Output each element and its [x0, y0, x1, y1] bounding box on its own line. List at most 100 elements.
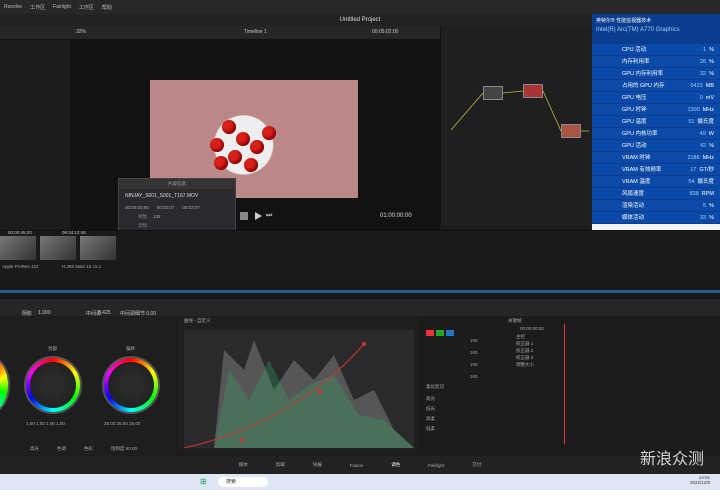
timeline-name[interactable]: Timeline 1 — [244, 29, 267, 35]
metric-label: 占用的 GPU 内存 — [622, 83, 665, 89]
page-tab[interactable]: 剪辑 — [276, 462, 285, 468]
metric-row: GPU 电压 0 mV — [592, 92, 720, 104]
metric-unit: W — [708, 131, 714, 137]
metric-value: 17 — [690, 167, 697, 173]
offset-y[interactable]: 25.00 — [104, 421, 115, 426]
stop-icon[interactable] — [240, 212, 248, 220]
metric-row: 风扇速度 838 RPM — [592, 188, 720, 200]
page-tab[interactable]: 媒体 — [239, 462, 248, 468]
keyframe-track[interactable]: 校正器 3 — [516, 355, 534, 362]
gain-b[interactable]: 1.00 — [56, 421, 65, 426]
metric-label: VRAM 温度 — [622, 179, 651, 185]
metric-row: 媒体活动 33% — [592, 212, 720, 224]
page-nav: 媒体 剪辑 快编 Fusion 调色 Fairlight 交付 — [0, 456, 720, 474]
clip-name: H.265 Main 10 L5.1 — [62, 264, 102, 269]
taskbar-search[interactable]: 搜索 — [218, 477, 268, 487]
highlight-label: 高光 — [30, 446, 39, 451]
gain-wheel[interactable] — [24, 356, 82, 414]
metric-label: VRAM 时钟 — [622, 155, 651, 161]
overlay-brand: 英特尔® 性能监视器技术 — [596, 18, 652, 24]
metric-unit: % — [709, 203, 714, 209]
lift-wheel[interactable] — [0, 356, 10, 414]
curves-title: 曲线 - 自定义 — [184, 318, 211, 323]
viewer-timecode: 01:00:00:00 — [380, 213, 412, 219]
page-tab[interactable]: Fairlight — [428, 463, 444, 468]
offset-values: 25.00 25.00 25.00 — [104, 421, 140, 426]
color-tools-bar: 阴影 1.000 中间调 0.425 中间调细节 0.00 — [0, 298, 720, 317]
metric-unit: % — [709, 143, 714, 149]
clip-name: Apple ProRes 422 — [2, 264, 39, 269]
metric-unit: MHz — [702, 107, 714, 113]
gain-r[interactable]: 1.00 — [36, 421, 45, 426]
metric-value: 42 — [699, 143, 707, 149]
offset-r[interactable]: 25.00 — [117, 421, 128, 426]
keyframe-track[interactable]: 主控 — [516, 334, 534, 341]
page-tab[interactable]: 交付 — [472, 462, 481, 468]
curve-editor[interactable] — [183, 330, 414, 449]
soft-clip-hs: 高柔 — [426, 416, 435, 421]
taskbar-clock: 14:01 2022/12/8 — [690, 475, 710, 485]
metric-value: 2186 — [687, 155, 700, 161]
keyframe-track[interactable]: 校正器 1 — [516, 341, 534, 348]
metric-value: 49 — [699, 131, 706, 137]
metric-label: VRAM 有效频率 — [622, 167, 662, 173]
metric-label: 媒体活动 — [622, 215, 645, 221]
next-icon[interactable]: ⏭ — [266, 212, 272, 220]
clip-thumbnail[interactable] — [0, 236, 36, 260]
metric-row: 占用的 GPU 内存 5423 MB — [592, 80, 720, 92]
metric-row: GPU 温度 51 摄氏度 — [592, 116, 720, 128]
keyframes-panel: 关键帧 00:00:00:00 100 100 100 100 柔化剪切 高光 低光 … — [420, 316, 720, 451]
color-wheels-panel: 亮部 偏移 1.00 1.00 1.00 1.00 25.00 25.00 25… — [0, 316, 175, 456]
gain-g[interactable]: 1.00 — [46, 421, 55, 426]
metric-value: 26 — [699, 59, 707, 65]
metric-unit: mV — [705, 95, 714, 101]
page-tab[interactable]: 快编 — [313, 462, 322, 468]
clip-timecode: 09:34:12:46 — [62, 230, 86, 235]
clip-tc-end: 00:02:07 — [182, 205, 200, 210]
play-icon[interactable] — [255, 212, 262, 220]
metric-value: 1300 — [687, 107, 700, 113]
metric-label: GPU 内核功率 — [622, 131, 658, 137]
metric-row: 内存利用率 26% — [592, 56, 720, 68]
info-key: 帧数 — [138, 214, 147, 219]
tone-label: 色调 — [57, 446, 66, 451]
zoom-level[interactable]: 32% — [76, 29, 86, 35]
metric-unit: MHz — [702, 155, 714, 161]
channel-value[interactable]: 100 — [470, 350, 478, 362]
offset-g[interactable]: 25.00 — [129, 421, 140, 426]
keyframe-track[interactable]: 调整大小 — [516, 362, 534, 369]
edit-label — [426, 330, 456, 338]
metric-value: 33 — [699, 215, 707, 221]
page-tab[interactable]: 调色 — [391, 462, 400, 468]
channel-value[interactable]: 100 — [470, 362, 478, 374]
clip-thumbnail[interactable] — [40, 236, 76, 260]
metric-unit: % — [709, 71, 714, 77]
menu-item[interactable]: 工作区 — [79, 4, 94, 11]
metric-row: GPU 时钟 1300 MHz — [592, 104, 720, 116]
page-tab[interactable]: Fusion — [350, 463, 364, 468]
menu-bar: Resolve 工作区 Fairlight 工作区 帮助 — [0, 0, 720, 14]
metric-row: GPU 内存利用率 32% — [592, 68, 720, 80]
mini-timeline[interactable] — [0, 278, 720, 298]
clip-tc-mid: 00:02:07 — [156, 205, 175, 210]
metric-label: CPU 活动 — [622, 47, 647, 53]
menu-item[interactable]: Fairlight — [53, 4, 71, 10]
channel-value[interactable]: 100 — [470, 338, 478, 350]
channel-value[interactable]: 100 — [470, 374, 478, 386]
clip-thumbnail[interactable] — [80, 236, 116, 260]
taskbar: 搜索 ⊞ 14:01 2022/12/8 — [0, 474, 720, 490]
node-editor[interactable] — [440, 26, 590, 226]
windows-icon[interactable]: ⊞ — [200, 477, 207, 486]
keyframe-track[interactable]: 校正器 2 — [516, 348, 534, 355]
menu-item[interactable]: 帮助 — [102, 4, 112, 11]
menu-item[interactable]: Resolve — [4, 4, 22, 10]
clip-info-header: 片段信息 — [119, 179, 235, 189]
keyframes-title: 关键帧 — [508, 318, 522, 323]
playhead[interactable] — [564, 324, 565, 444]
saturation-label[interactable]: 饱和度 50.00 — [111, 446, 137, 452]
gain-y[interactable]: 1.00 — [26, 421, 35, 426]
metric-label: GPU 时钟 — [622, 107, 647, 113]
menu-item[interactable]: 工作区 — [30, 4, 45, 11]
offset-wheel[interactable] — [102, 356, 160, 414]
metric-row: GPU 内核功率 49 W — [592, 128, 720, 140]
